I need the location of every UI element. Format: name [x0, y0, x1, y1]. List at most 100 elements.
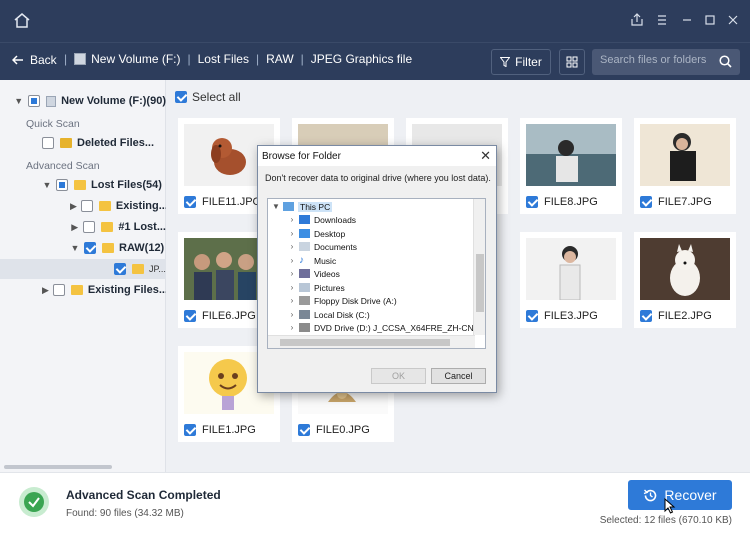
- filter-label: Filter: [515, 55, 542, 69]
- folder-tree-item[interactable]: › Desktop: [287, 227, 346, 240]
- file-checkbox[interactable]: [640, 196, 652, 208]
- search-input[interactable]: [600, 54, 710, 66]
- chevron-right-icon[interactable]: ›: [287, 323, 297, 332]
- chevron-down-icon[interactable]: ▼: [42, 180, 52, 190]
- folder-tree-item[interactable]: › Local Disk (C:): [287, 308, 370, 321]
- checkbox[interactable]: [42, 137, 54, 149]
- folder-tree-item[interactable]: › Floppy Disk Drive (A:): [287, 294, 397, 307]
- folder-tree-label: Local Disk (C:): [314, 309, 370, 320]
- tree-item-lost-files[interactable]: ▼ Lost Files(54): [0, 175, 166, 195]
- breadcrumb-item[interactable]: RAW: [266, 52, 294, 66]
- folder-tree-item[interactable]: › ♪ Music: [287, 254, 337, 267]
- search-icon[interactable]: [719, 55, 732, 68]
- chevron-right-icon[interactable]: ›: [287, 296, 297, 305]
- sidebar-scrollbar[interactable]: [4, 465, 112, 469]
- select-all[interactable]: Select all: [175, 90, 241, 104]
- checkbox[interactable]: [80, 200, 93, 212]
- file-tile[interactable]: FILE8.JPG: [520, 118, 622, 214]
- checkbox[interactable]: [84, 242, 96, 254]
- status-footer: Advanced Scan Completed Found: 90 files …: [0, 472, 750, 534]
- folder-tree-item[interactable]: › Pictures: [287, 281, 345, 294]
- maximize-icon[interactable]: [703, 13, 719, 29]
- file-tile[interactable]: FILE2.JPG: [634, 232, 736, 328]
- filter-button[interactable]: Filter: [491, 49, 551, 75]
- chevron-right-icon[interactable]: ›: [287, 242, 297, 251]
- file-tile[interactable]: FILE7.JPG: [634, 118, 736, 214]
- scrollbar-thumb[interactable]: [280, 339, 450, 346]
- computer-icon: [283, 202, 294, 211]
- folder-tree-item[interactable]: › Documents: [287, 240, 357, 253]
- folder-tree-item[interactable]: › Videos: [287, 267, 340, 280]
- floppy-icon: [299, 296, 310, 305]
- chevron-right-icon[interactable]: ▶: [42, 285, 49, 296]
- file-tile[interactable]: FILE3.JPG: [520, 232, 622, 328]
- chevron-right-icon[interactable]: ›: [287, 229, 297, 238]
- checkbox[interactable]: [83, 221, 96, 233]
- chevron-down-icon[interactable]: ▼: [14, 96, 24, 106]
- file-name: FILE7.JPG: [658, 196, 712, 208]
- folder-tree-item[interactable]: › DVD Drive (D:) J_CCSA_X64FRE_ZH-CN_DV: [287, 321, 485, 334]
- recover-button[interactable]: Recover: [628, 480, 732, 510]
- ok-button[interactable]: OK: [371, 368, 426, 384]
- chevron-right-icon[interactable]: ›: [287, 256, 297, 265]
- vertical-scrollbar[interactable]: [473, 199, 485, 335]
- tree-item-existing-files[interactable]: ▶ Existing Files...: [0, 280, 166, 300]
- file-name: FILE8.JPG: [544, 196, 598, 208]
- tree-label: RAW(12): [119, 242, 165, 254]
- chevron-right-icon[interactable]: ›: [287, 283, 297, 292]
- file-checkbox[interactable]: [298, 424, 310, 436]
- chevron-down-icon[interactable]: ▼: [70, 243, 80, 253]
- share-icon[interactable]: [630, 13, 646, 29]
- checkbox[interactable]: [27, 95, 40, 107]
- tree-item-root[interactable]: ▼ New Volume (F:)(90): [0, 91, 166, 111]
- tree-item-deleted-files[interactable]: Deleted Files...: [0, 133, 166, 153]
- checkbox[interactable]: [56, 179, 68, 191]
- folder-icon: [132, 264, 144, 274]
- file-checkbox[interactable]: [184, 310, 196, 322]
- file-name: FILE2.JPG: [658, 310, 712, 322]
- minimize-icon[interactable]: [680, 13, 696, 29]
- file-name: FILE3.JPG: [544, 310, 598, 322]
- file-checkbox[interactable]: [526, 310, 538, 322]
- horizontal-scrollbar[interactable]: [268, 335, 475, 348]
- checkbox[interactable]: [52, 284, 65, 296]
- select-all-checkbox[interactable]: [175, 91, 187, 103]
- file-checkbox[interactable]: [184, 196, 196, 208]
- tree-item-existing[interactable]: ▶ Existing...: [0, 196, 166, 216]
- folder-tree-item[interactable]: ▼ This PC: [271, 200, 333, 213]
- close-icon[interactable]: ✕: [480, 148, 491, 164]
- file-checkbox[interactable]: [184, 424, 196, 436]
- back-button[interactable]: Back: [12, 53, 57, 67]
- home-icon[interactable]: [12, 11, 32, 31]
- view-toggle-button[interactable]: [559, 49, 585, 75]
- image-thumbnail: [526, 238, 616, 300]
- menu-icon[interactable]: [655, 13, 671, 29]
- recover-icon: [644, 489, 657, 501]
- tree-item-raw[interactable]: ▼ RAW(12): [0, 238, 166, 258]
- chevron-right-icon[interactable]: ›: [287, 269, 297, 278]
- chevron-down-icon[interactable]: ▼: [271, 202, 281, 211]
- breadcrumb-item[interactable]: Lost Files: [198, 52, 249, 66]
- chevron-right-icon[interactable]: ›: [287, 310, 297, 319]
- cancel-button[interactable]: Cancel: [431, 368, 486, 384]
- tree-item-jpg[interactable]: JP...: [0, 259, 166, 279]
- folder-tree-label: This PC: [298, 201, 333, 212]
- desktop-icon: [299, 229, 310, 238]
- breadcrumb-item[interactable]: JPEG Graphics file: [311, 52, 412, 66]
- folder-icon: [101, 222, 114, 232]
- checkbox[interactable]: [114, 263, 126, 275]
- chevron-right-icon[interactable]: ▶: [70, 222, 79, 233]
- close-icon[interactable]: [726, 13, 742, 29]
- folder-icon: [70, 285, 83, 295]
- scrollbar-thumb[interactable]: [476, 254, 484, 312]
- chevron-right-icon[interactable]: ›: [287, 215, 297, 224]
- chevron-right-icon[interactable]: ▶: [70, 201, 77, 212]
- download-icon: [299, 215, 310, 224]
- folder-tree-item[interactable]: › Downloads: [287, 213, 356, 226]
- breadcrumb-item[interactable]: New Volume (F:): [91, 52, 180, 66]
- mouse-cursor-icon: [664, 498, 676, 514]
- file-name: FILE1.JPG: [202, 424, 256, 436]
- file-checkbox[interactable]: [526, 196, 538, 208]
- file-checkbox[interactable]: [640, 310, 652, 322]
- tree-item-lost1[interactable]: ▶ #1 Lost...: [0, 217, 166, 237]
